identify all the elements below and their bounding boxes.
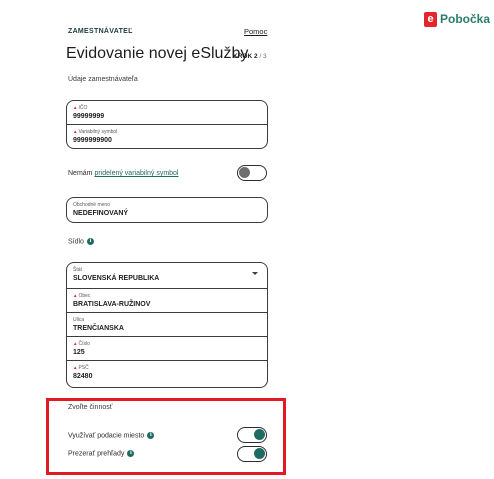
page-title: Evidovanie novej eSlužby: [66, 45, 249, 62]
zip-label: ▲PSČ: [73, 365, 89, 371]
business-name-label: Obchodné meno: [73, 202, 110, 208]
required-marker-icon: ▲: [73, 293, 78, 298]
employer-field-group: ▲IČO 99999999 ▲Variabilný symbol 9999999…: [66, 100, 268, 149]
business-name-field-group: Obchodné meno NEDEFINOVANÝ: [66, 197, 268, 223]
varsym-value[interactable]: 9999999900: [73, 137, 112, 144]
activity-item-label: Využívať podacie miesto: [68, 432, 145, 440]
ico-value[interactable]: 99999999: [73, 113, 104, 120]
step-current: KROK 2: [233, 53, 258, 60]
number-value[interactable]: 125: [73, 349, 85, 356]
step-total: / 3: [259, 53, 267, 60]
activity-caption: Zvoľte činnosť: [68, 404, 113, 411]
street-label: Ulica: [73, 317, 85, 323]
activity-item-1: Prezerať prehľady i: [68, 450, 135, 458]
street-value[interactable]: TRENČIANSKA: [73, 325, 124, 332]
epobocka-logo[interactable]: e Pobočka: [424, 11, 490, 27]
toggle-knob: [239, 167, 250, 178]
section-tag: ZAMESTNÁVATEĽ: [68, 28, 133, 35]
chevron-down-icon[interactable]: [252, 272, 258, 275]
no-varsym-text: Nemám pridelený variabilný symbol: [68, 170, 179, 177]
ico-label: ▲IČO: [73, 105, 88, 111]
state-select[interactable]: Štát SLOVENSKÁ REPUBLIKA: [67, 263, 267, 289]
logo-text: Pobočka: [440, 12, 491, 26]
employer-caption: Údaje zamestnávateľa: [68, 76, 138, 83]
varsym-label: ▲Variabilný symbol: [73, 129, 118, 135]
toggle-knob: [254, 429, 265, 440]
activity-toggle-1[interactable]: [237, 446, 267, 462]
help-link[interactable]: Pomoc: [244, 27, 267, 36]
city-value[interactable]: BRATISLAVA-RUŽINOV: [73, 301, 150, 308]
seat-field-group: Štát SLOVENSKÁ REPUBLIKA ▲Obec BRATISLAV…: [66, 262, 268, 388]
zip-value[interactable]: 82480: [73, 373, 92, 380]
city-field[interactable]: ▲Obec BRATISLAVA-RUŽINOV: [67, 289, 267, 313]
business-name-value[interactable]: NEDEFINOVANÝ: [73, 210, 128, 217]
city-label: ▲Obec: [73, 293, 91, 299]
street-field[interactable]: Ulica TRENČIANSKA: [67, 313, 267, 337]
number-field[interactable]: ▲Číslo 125: [67, 337, 267, 361]
seat-caption: Sídlo i: [68, 238, 94, 245]
logo-mark: e: [424, 11, 437, 27]
varsym-field[interactable]: ▲Variabilný symbol 9999999900: [67, 125, 267, 148]
zip-field[interactable]: ▲PSČ 82480: [67, 361, 267, 385]
info-icon[interactable]: i: [127, 450, 135, 457]
info-icon[interactable]: i: [147, 432, 155, 439]
business-name-field[interactable]: Obchodné meno NEDEFINOVANÝ: [67, 198, 267, 222]
no-varsym-toggle[interactable]: [237, 165, 267, 181]
required-marker-icon: ▲: [73, 129, 78, 134]
state-label: Štát: [73, 267, 82, 273]
required-marker-icon: ▲: [73, 105, 78, 110]
toggle-knob: [254, 448, 265, 459]
state-value[interactable]: SLOVENSKÁ REPUBLIKA: [73, 275, 159, 282]
varsym-link[interactable]: pridelený variabilný symbol: [94, 170, 178, 177]
number-label: ▲Číslo: [73, 341, 90, 347]
ico-field[interactable]: ▲IČO 99999999: [67, 101, 267, 125]
activity-item-0: Využívať podacie miesto i: [68, 432, 155, 440]
activity-toggle-0[interactable]: [237, 427, 267, 443]
info-icon[interactable]: i: [86, 238, 94, 245]
required-marker-icon: ▲: [73, 365, 78, 370]
required-marker-icon: ▲: [73, 341, 78, 346]
activity-item-label: Prezerať prehľady: [68, 450, 125, 458]
step-indicator: KROK 2 / 3: [233, 53, 267, 60]
